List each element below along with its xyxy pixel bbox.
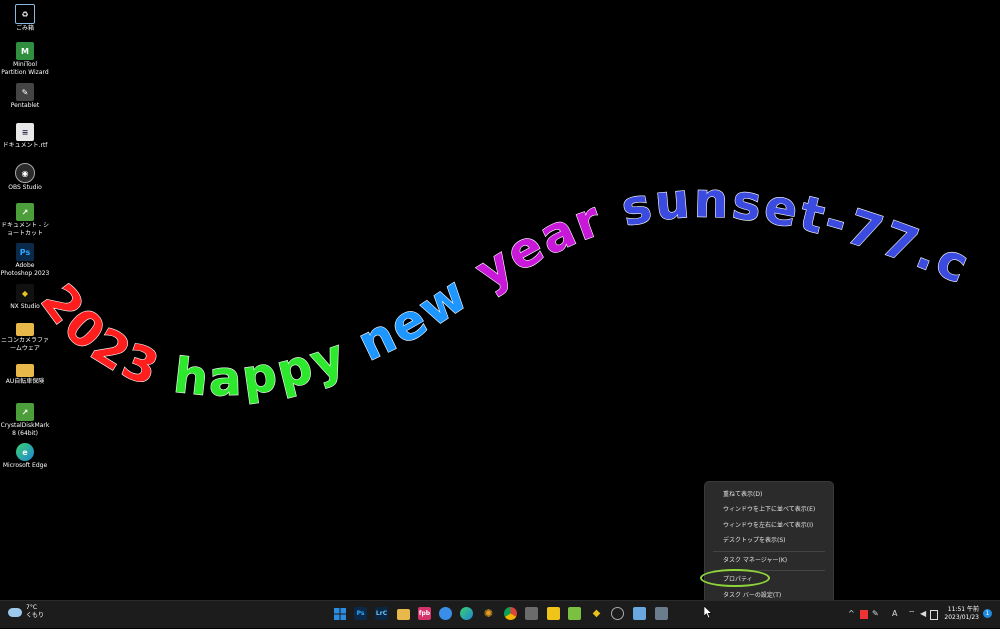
rtf-document-icon: ≡	[16, 123, 34, 141]
desktop-icon-label: OBS Studio	[8, 184, 42, 191]
messenger-icon[interactable]	[439, 607, 452, 620]
desktop-icon-nikon-firmware[interactable]: ニコンカメラファームウェア	[0, 323, 50, 353]
desktop-icon-label: Microsoft Edge	[2, 462, 48, 469]
pen-tray-icon[interactable]: ✎	[872, 609, 879, 619]
desktop-icon-label: MiniTool Partition Wizard	[1, 61, 49, 76]
crystaldiskmark-icon: ↗	[16, 403, 34, 421]
camera-app-icon[interactable]	[525, 607, 538, 620]
menu-item-taskbar-settings[interactable]: タスク バーの設定(T)	[723, 592, 781, 600]
desktop-icon-edge[interactable]: e Microsoft Edge	[0, 443, 50, 470]
desktop-icon-label: Adobe Photoshop 2023	[0, 262, 50, 277]
edge-icon[interactable]	[460, 607, 473, 620]
desktop-icon-au-insurance[interactable]: AU自転車保険	[0, 364, 50, 386]
taskbar-context-menu: 重ねて表示(D) ウィンドウを上下に並べて表示(E) ウィンドウを左右に並べて表…	[704, 481, 834, 608]
mouse-cursor-icon	[704, 606, 713, 619]
menu-item-cascade[interactable]: 重ねて表示(D)	[723, 491, 762, 499]
desktop-icon-pentablet[interactable]: ✎ Pentablet	[0, 83, 50, 110]
photoshop-icon: Ps	[16, 243, 34, 261]
weather-text: 7°C くもり	[26, 604, 44, 620]
app-pink-icon[interactable]: fpb	[418, 607, 431, 620]
wallpaper-text: 2023 happy new year sunset-77.com	[0, 0, 979, 407]
shortcut-icon: ↗	[16, 203, 34, 221]
minitool-icon: M	[16, 42, 34, 60]
clock-time: 11:51 午前	[947, 606, 979, 613]
wallpaper-text-segment: 2023	[30, 274, 183, 402]
desktop-icon-label: Pentablet	[10, 102, 40, 109]
notepad-icon[interactable]	[633, 607, 646, 620]
desktop-icon-label: ドキュメント - ショートカット	[1, 222, 49, 237]
desktop-icon-recycle-bin[interactable]: ♻ ごみ箱	[0, 4, 50, 33]
obs-icon[interactable]	[611, 607, 624, 620]
folder-icon	[16, 364, 34, 377]
calculator-icon[interactable]	[655, 607, 668, 620]
notification-badge[interactable]: 1	[983, 609, 992, 618]
app-tray-icon[interactable]	[860, 610, 868, 619]
taskbar-clock[interactable]: 11:51 午前 2023/01/23	[935, 606, 979, 622]
desktop-icon-minitool[interactable]: M MiniTool Partition Wizard	[0, 42, 50, 77]
desktop-icon-label: AU自転車保険	[5, 378, 45, 385]
wallpaper-text-segment: happy	[171, 321, 373, 408]
properties-highlight-ring	[700, 569, 770, 587]
weather-condition: くもり	[26, 612, 45, 619]
edge-icon: e	[16, 443, 34, 461]
wallpaper-text-segment: year	[466, 184, 629, 301]
desktop-icon-document-shortcut[interactable]: ↗ ドキュメント - ショートカット	[0, 203, 50, 238]
menu-item-show-desktop[interactable]: デスクトップを表示(S)	[723, 537, 786, 545]
taskbar: 7°C くもり Ps LrC fpb ✺ ◆ ^ ✎ A ⌔ ◀ 11:51 午…	[0, 600, 1000, 628]
lightroom-icon[interactable]: LrC	[375, 607, 388, 620]
adobe-tray-icon[interactable]: A	[892, 609, 897, 619]
nx-studio-icon: ◆	[16, 284, 34, 302]
photoshop-icon[interactable]: Ps	[354, 607, 367, 620]
green-app-icon[interactable]	[568, 607, 581, 620]
menu-item-side-by-side[interactable]: ウィンドウを左右に並べて表示(I)	[723, 522, 813, 530]
windows-start-icon[interactable]	[333, 607, 346, 620]
menu-item-stack-vertical[interactable]: ウィンドウを上下に並べて表示(E)	[723, 506, 815, 514]
desktop-icon-label: ドキュメント.rtf	[2, 142, 48, 149]
desktop-icon-label: NX Studio	[10, 303, 40, 310]
desktop-icon-nx-studio[interactable]: ◆ NX Studio	[0, 284, 50, 311]
obs-icon: ◉	[15, 163, 35, 183]
sun-app-icon[interactable]: ✺	[482, 607, 495, 620]
folder-icon	[16, 323, 34, 336]
desktop-icon-rtf-document[interactable]: ≡ ドキュメント.rtf	[0, 123, 50, 150]
chrome-icon[interactable]	[504, 607, 517, 620]
volume-icon[interactable]: ◀	[920, 609, 926, 619]
clock-date: 2023/01/23	[944, 614, 979, 621]
menu-item-task-manager[interactable]: タスク マネージャー(K)	[723, 557, 787, 565]
chevron-up-icon[interactable]: ^	[848, 609, 855, 619]
recycle-bin-icon: ♻	[15, 4, 35, 24]
nx-studio-icon[interactable]: ◆	[590, 607, 603, 620]
file-explorer-icon[interactable]	[397, 609, 410, 620]
desktop-icon-crystaldiskmark[interactable]: ↗ CrystalDiskMark 8 (64bit)	[0, 403, 50, 438]
wallpaper-text-segment: new	[350, 254, 496, 373]
desktop-icon-photoshop[interactable]: Ps Adobe Photoshop 2023	[0, 243, 50, 278]
desktop-icon-label: ごみ箱	[15, 25, 34, 32]
desktop-icon-obs[interactable]: ◉ OBS Studio	[0, 163, 50, 192]
desktop-icon-label: CrystalDiskMark 8 (64bit)	[0, 422, 50, 437]
desktop-icon-label: ニコンカメラファームウェア	[0, 337, 49, 352]
cloud-icon	[8, 607, 22, 617]
menu-separator	[713, 551, 825, 552]
sticky-notes-icon[interactable]	[547, 607, 560, 620]
wifi-icon[interactable]: ⌔	[908, 609, 916, 619]
weather-widget[interactable]: 7°C くもり	[8, 604, 44, 620]
wallpaper-greeting: 2023 happy new year sunset-77.com	[0, 0, 979, 408]
pentablet-icon: ✎	[16, 83, 34, 101]
weather-temp: 7°C	[26, 604, 38, 611]
